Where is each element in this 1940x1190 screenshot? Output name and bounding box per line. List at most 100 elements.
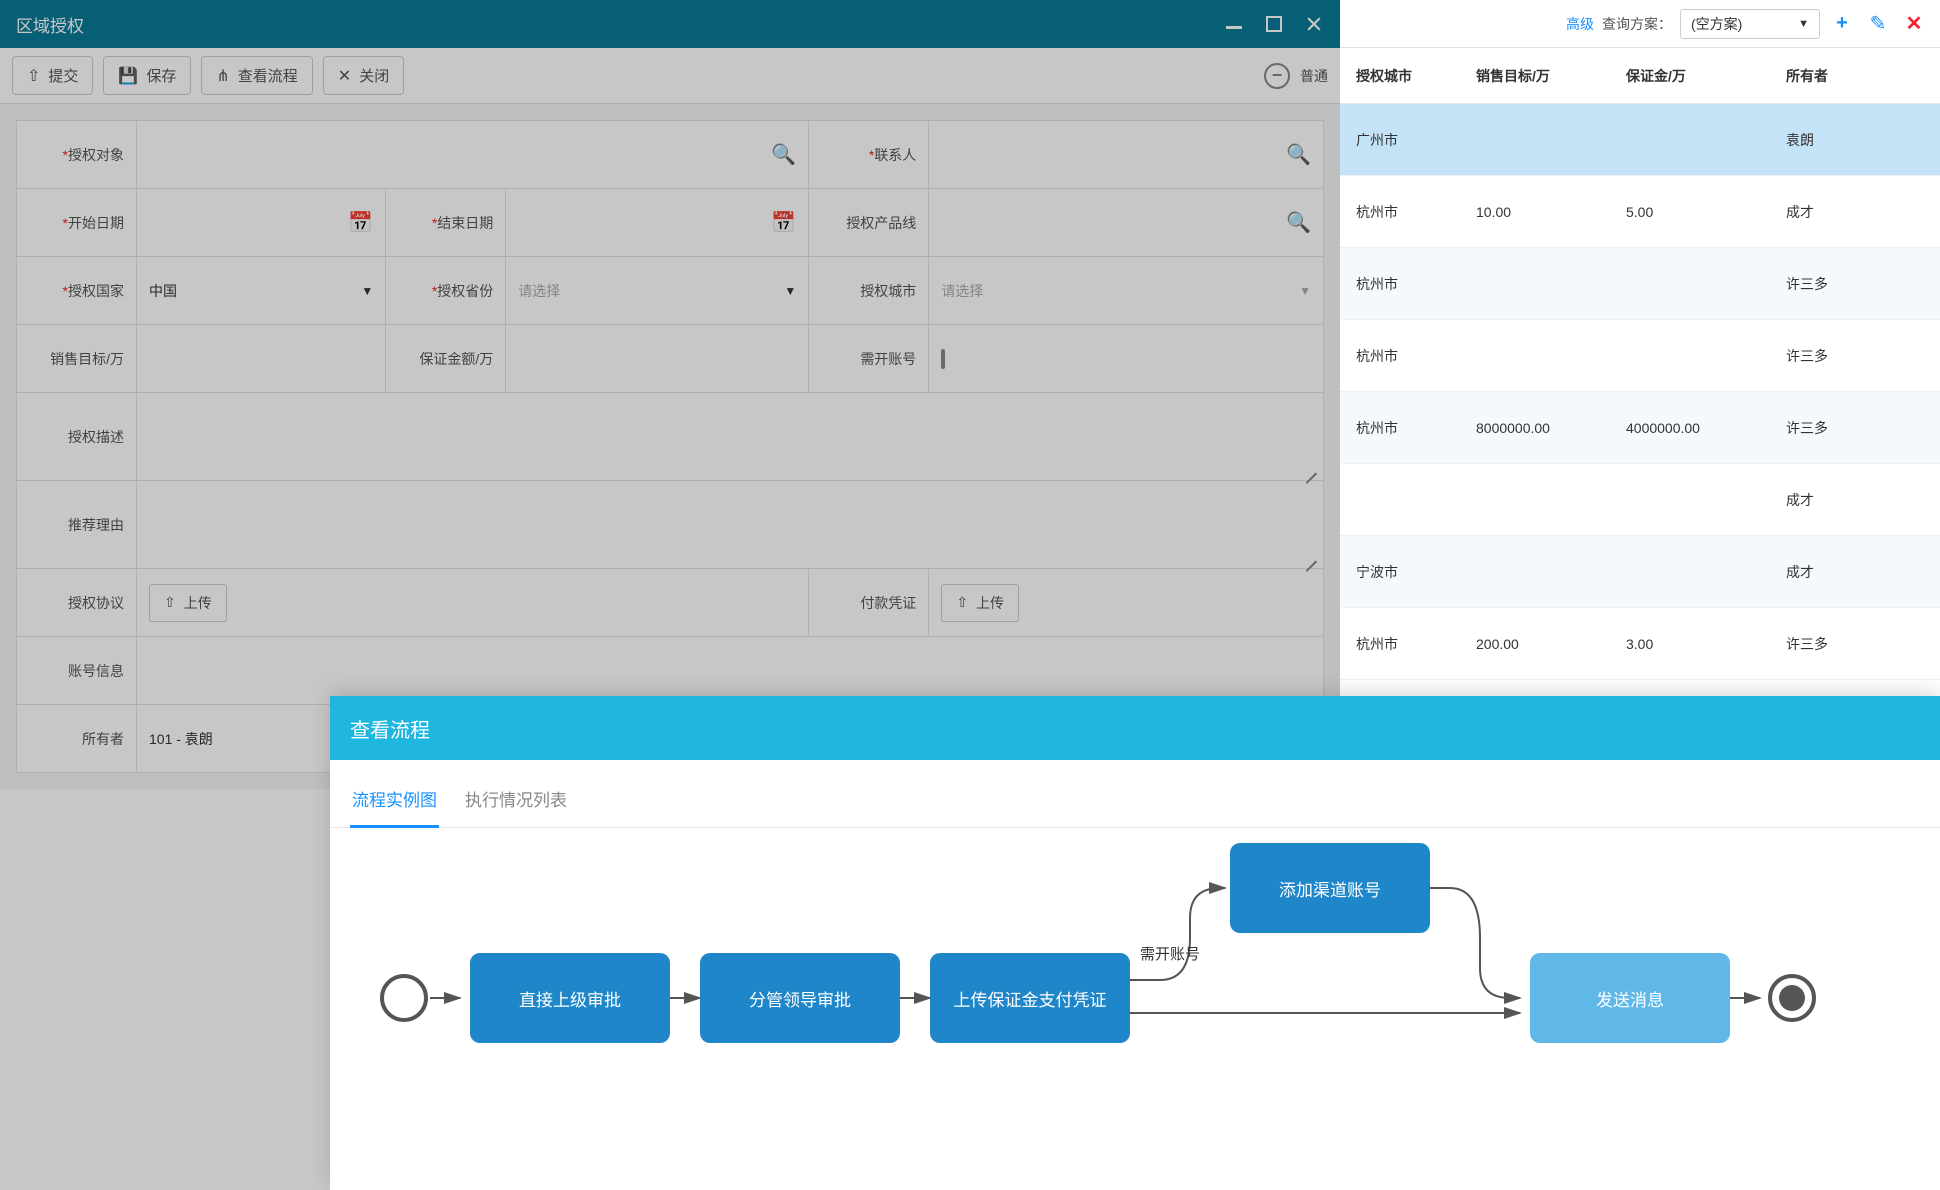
field-payment: ⇧上传 — [929, 569, 1324, 637]
flow-node-4[interactable]: 添加渠道账号 — [1230, 843, 1430, 933]
priority-icon[interactable]: − — [1264, 63, 1290, 89]
field-sales-target[interactable] — [137, 325, 386, 393]
resize-handle[interactable] — [1303, 548, 1317, 562]
field-city[interactable]: 请选择▼ — [929, 257, 1324, 325]
flow-node-1[interactable]: 直接上级审批 — [470, 953, 670, 1043]
lbl-reason: 推荐理由 — [17, 481, 137, 569]
cell-owner: 许三多 — [1770, 274, 1890, 294]
plan-select[interactable]: (空方案) ▼ — [1680, 9, 1820, 39]
lbl-auth-obj: *授权对象 — [17, 121, 137, 189]
close-button[interactable]: ✕ 关闭 — [323, 56, 404, 95]
modal-toolbar: ⇧ 提交 💾 保存 ⋔ 查看流程 ✕ 关闭 − 普通 — [0, 48, 1340, 104]
search-icon[interactable]: 🔍 — [1286, 210, 1311, 235]
checkbox[interactable] — [941, 349, 945, 369]
lbl-city: 授权城市 — [809, 257, 929, 325]
save-icon: 💾 — [118, 66, 138, 86]
cell-owner: 许三多 — [1770, 418, 1890, 438]
lbl-province: *授权省份 — [386, 257, 506, 325]
calendar-icon[interactable]: 📅 — [771, 210, 796, 235]
modal-titlebar: 区域授权 — [0, 0, 1340, 48]
close-icon[interactable] — [1304, 14, 1324, 34]
upload-icon: ⇧ — [164, 594, 176, 611]
cell-deposit: 5.00 — [1610, 204, 1770, 220]
field-end-date[interactable]: 📅 — [506, 189, 809, 257]
plan-add-button[interactable]: + — [1828, 10, 1856, 38]
cell-deposit: 4000000.00 — [1610, 420, 1770, 436]
field-reason[interactable] — [137, 481, 1324, 569]
cell-owner: 成才 — [1770, 490, 1890, 510]
cell-sales: 10.00 — [1460, 204, 1610, 220]
field-contact[interactable]: 🔍 — [929, 121, 1324, 189]
col-deposit: 保证金/万 — [1610, 66, 1770, 86]
lbl-agreement: 授权协议 — [17, 569, 137, 637]
flow-node-2[interactable]: 分管领导审批 — [700, 953, 900, 1043]
cell-city: 杭州市 — [1340, 418, 1460, 438]
maximize-button[interactable] — [1264, 14, 1284, 34]
flow-tabs: 流程实例图 执行情况列表 — [330, 760, 1940, 828]
form-area: *授权对象 🔍 *联系人 🔍 *开始日期 📅 *结束日期 📅 授权产品线 — [0, 104, 1340, 789]
lbl-sales-target: 销售目标/万 — [17, 325, 137, 393]
upload-agreement-button[interactable]: ⇧上传 — [149, 584, 227, 622]
cell-city: 杭州市 — [1340, 346, 1460, 366]
cell-city: 杭州市 — [1340, 202, 1460, 222]
flow-start — [380, 974, 428, 1022]
field-country[interactable]: 中国▼ — [137, 257, 386, 325]
upload-icon: ⇧ — [27, 66, 40, 86]
cell-owner: 成才 — [1770, 562, 1890, 582]
col-sales: 销售目标/万 — [1460, 66, 1610, 86]
calendar-icon[interactable]: 📅 — [348, 210, 373, 235]
field-auth-obj[interactable]: 🔍 — [137, 121, 809, 189]
flow-node-3[interactable]: 上传保证金支付凭证 — [930, 953, 1130, 1043]
search-icon[interactable]: 🔍 — [771, 142, 796, 167]
caret-down-icon: ▼ — [1798, 18, 1809, 30]
cell-sales: 200.00 — [1460, 636, 1610, 652]
close-label: 关闭 — [359, 65, 389, 86]
priority-label: 普通 — [1300, 66, 1328, 86]
field-need-account[interactable] — [929, 325, 1324, 393]
advanced-link[interactable]: 高级 — [1566, 14, 1594, 34]
lbl-desc: 授权描述 — [17, 393, 137, 481]
field-province[interactable]: 请选择▼ — [506, 257, 809, 325]
lbl-deposit: 保证金额/万 — [386, 325, 506, 393]
cell-sales: 8000000.00 — [1460, 420, 1610, 436]
lbl-owner: 所有者 — [17, 705, 137, 773]
flow-node-5[interactable]: 发送消息 — [1530, 953, 1730, 1043]
region-auth-modal: 区域授权 ⇧ 提交 💾 保存 ⋔ 查看流程 ✕ 关闭 − 普通 — [0, 0, 1340, 789]
save-button[interactable]: 💾 保存 — [103, 56, 191, 95]
submit-button[interactable]: ⇧ 提交 — [12, 56, 93, 95]
lbl-end-date: *结束日期 — [386, 189, 506, 257]
field-start-date[interactable]: 📅 — [137, 189, 386, 257]
field-desc[interactable] — [137, 393, 1324, 481]
lbl-product-line: 授权产品线 — [809, 189, 929, 257]
field-product-line[interactable]: 🔍 — [929, 189, 1324, 257]
tab-execution-list[interactable]: 执行情况列表 — [463, 776, 569, 827]
flow-branch-label: 需开账号 — [1140, 943, 1200, 964]
plan-delete-button[interactable]: ✕ — [1900, 10, 1928, 38]
flow-canvas: 直接上级审批 分管领导审批 上传保证金支付凭证 添加渠道账号 发送消息 需开账号 — [330, 828, 1940, 1148]
field-deposit[interactable] — [506, 325, 809, 393]
field-account-info[interactable] — [137, 637, 1324, 705]
lbl-account-info: 账号信息 — [17, 637, 137, 705]
field-agreement: ⇧上传 — [137, 569, 809, 637]
cell-owner: 袁朗 — [1770, 130, 1890, 150]
lbl-start-date: *开始日期 — [17, 189, 137, 257]
cell-city: 广州市 — [1340, 130, 1460, 150]
tab-diagram[interactable]: 流程实例图 — [350, 776, 439, 828]
cell-city: 宁波市 — [1340, 562, 1460, 582]
lbl-country: *授权国家 — [17, 257, 137, 325]
plan-label: 查询方案： — [1602, 14, 1672, 34]
view-flow-label: 查看流程 — [238, 65, 298, 86]
resize-handle[interactable] — [1303, 460, 1317, 474]
x-icon: ✕ — [338, 66, 351, 86]
cell-city: 杭州市 — [1340, 634, 1460, 654]
plan-edit-button[interactable]: ✎ — [1864, 10, 1892, 38]
cell-owner: 许三多 — [1770, 346, 1890, 366]
plan-value: (空方案) — [1691, 14, 1742, 34]
flow-viewer-panel: 查看流程 流程实例图 执行情况列表 直接上级审批 分管领导审批 上传保证 — [330, 696, 1940, 1190]
minimize-button[interactable] — [1224, 14, 1244, 34]
upload-payment-button[interactable]: ⇧上传 — [941, 584, 1019, 622]
search-icon[interactable]: 🔍 — [1286, 142, 1311, 167]
col-city: 授权城市 — [1340, 66, 1460, 86]
lbl-need-account: 需开账号 — [809, 325, 929, 393]
view-flow-button[interactable]: ⋔ 查看流程 — [201, 56, 312, 95]
